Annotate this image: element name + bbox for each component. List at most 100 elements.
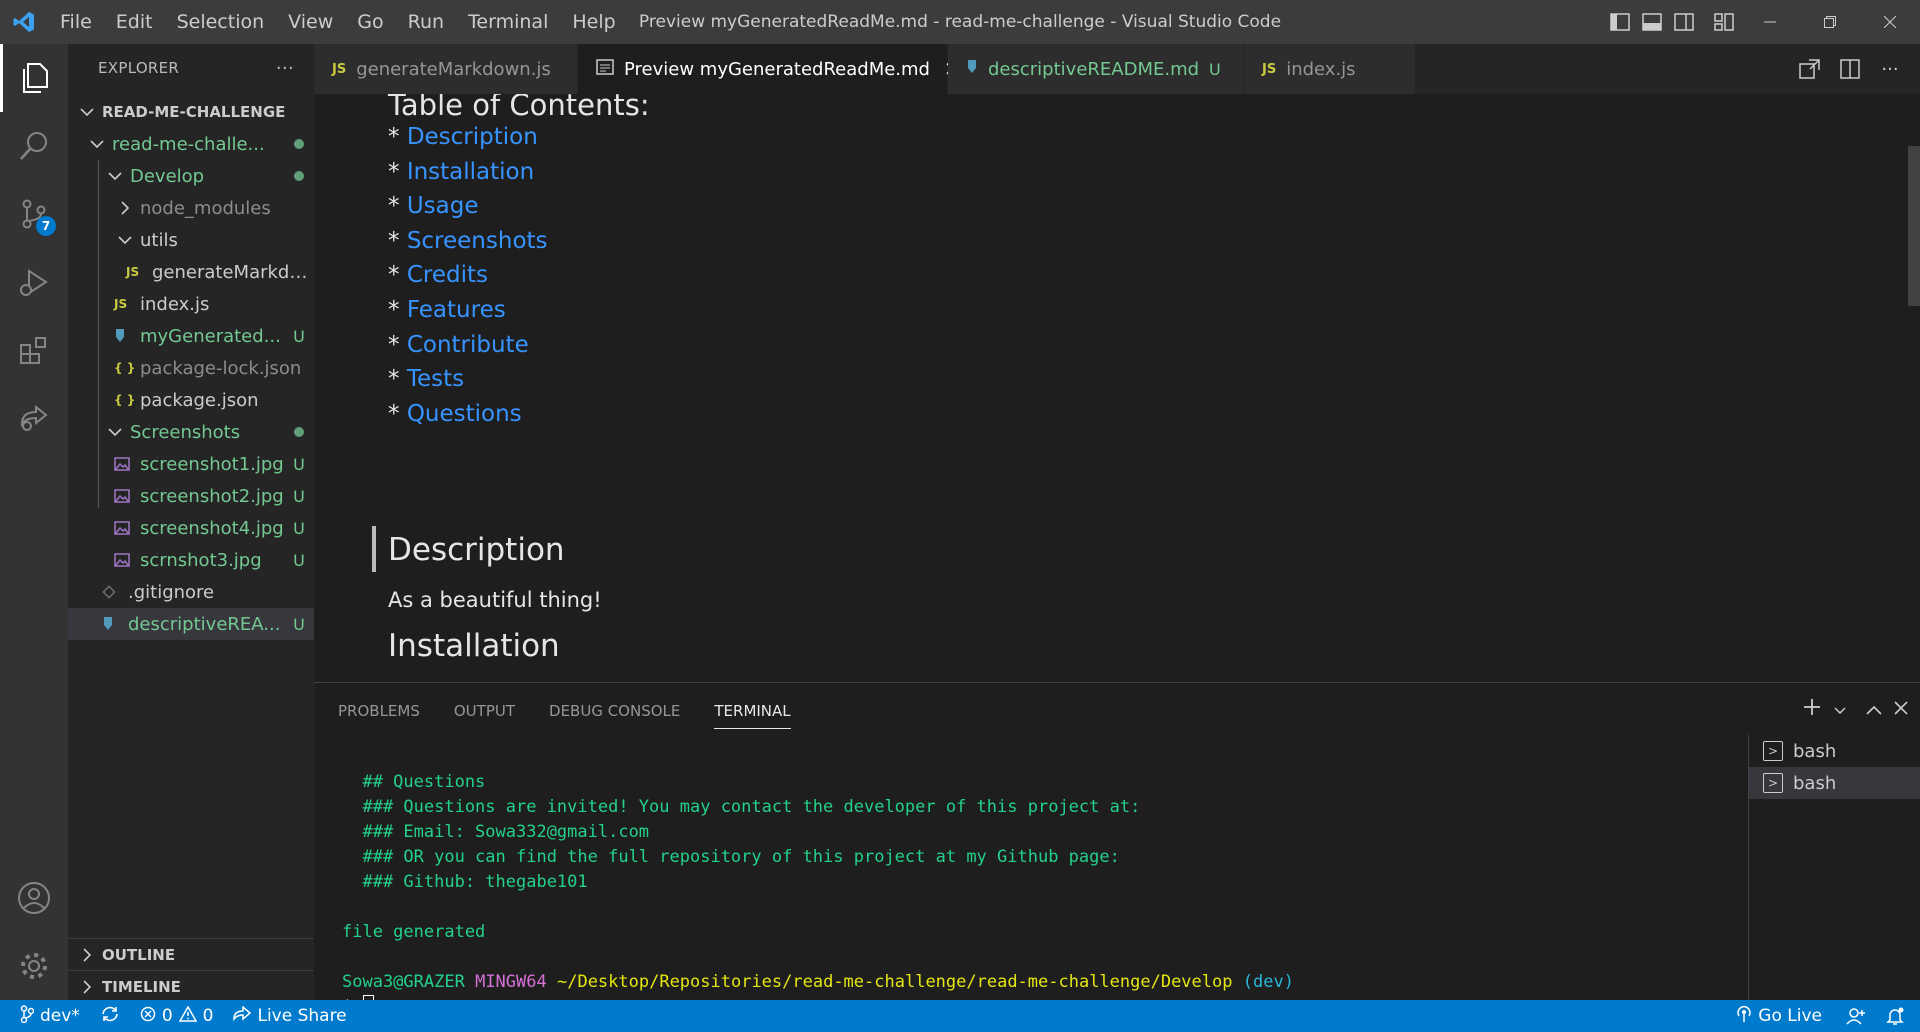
chevron-down-icon (106, 171, 124, 181)
tree-file-descriptivereadme[interactable]: descriptiveREA... U (68, 608, 314, 640)
tree-file-mygeneratedreadme[interactable]: myGenerated... U (68, 320, 314, 352)
run-debug-icon[interactable] (0, 248, 68, 316)
source-control-icon[interactable]: 7 (0, 180, 68, 248)
terminal-instances: > bash > bash (1748, 735, 1920, 1001)
branch-status[interactable]: dev* (0, 1000, 90, 1032)
toc-link-screenshots[interactable]: Screenshots (407, 228, 548, 254)
search-icon[interactable] (0, 112, 68, 180)
close-panel-icon[interactable] (1894, 700, 1908, 719)
maximize-panel-icon[interactable] (1866, 700, 1882, 719)
menu-go[interactable]: Go (345, 0, 395, 44)
tab-terminal[interactable]: TERMINAL (714, 693, 791, 729)
toc-link-features[interactable]: Features (407, 297, 506, 323)
toc-link-questions[interactable]: Questions (407, 401, 522, 427)
extensions-icon[interactable] (0, 316, 68, 384)
js-file-icon: JS (126, 265, 140, 279)
live-share-status[interactable]: Live Share (223, 1000, 356, 1032)
minimize-icon[interactable] (1740, 0, 1800, 44)
manage-gear-icon[interactable] (0, 932, 68, 1000)
accounts-status-icon[interactable] (1832, 1000, 1880, 1032)
live-share-icon[interactable] (0, 384, 68, 452)
toc-link-description[interactable]: Description (407, 124, 538, 150)
installation-heading: Installation (388, 628, 560, 664)
tab-generatemarkdown[interactable]: JS generateMarkdown.js (314, 44, 578, 94)
explorer-icon[interactable] (0, 44, 68, 112)
tree-folder-develop[interactable]: Develop (68, 160, 314, 192)
tree-file-screenshot4[interactable]: screenshot4.jpg U (68, 512, 314, 544)
split-editor-icon[interactable] (1834, 59, 1866, 79)
more-actions-icon[interactable]: ··· (1874, 59, 1906, 80)
open-source-icon[interactable] (1794, 59, 1826, 79)
tab-output[interactable]: OUTPUT (454, 683, 515, 739)
live-share-icon (233, 1004, 252, 1027)
tab-index-js[interactable]: JS index.js (1244, 44, 1416, 94)
notifications-bell-icon[interactable] (1880, 1000, 1920, 1032)
toc-link-tests[interactable]: Tests (407, 366, 464, 392)
tree-folder-node-modules[interactable]: node_modules (68, 192, 314, 224)
tree-file-screenshot1[interactable]: screenshot1.jpg U (68, 448, 314, 480)
tree-file-gitignore[interactable]: .gitignore (68, 576, 314, 608)
terminal-line: ### Github: thegabe101 (342, 872, 588, 892)
menu-view[interactable]: View (276, 0, 345, 44)
tree-file-package-json[interactable]: { } package.json (68, 384, 314, 416)
terminal-line: ### OR you can find the full repository … (342, 847, 1120, 867)
customize-layout-icon[interactable] (1708, 0, 1740, 44)
tab-preview-readme[interactable]: Preview myGeneratedReadMe.md ✕ (578, 44, 961, 94)
tree-file-screenshot2[interactable]: screenshot2.jpg U (68, 480, 314, 512)
more-actions-icon[interactable]: ··· (276, 58, 294, 79)
markdown-file-icon (114, 328, 136, 344)
menu-terminal[interactable]: Terminal (456, 0, 560, 44)
go-live-button[interactable]: Go Live (1726, 1000, 1832, 1032)
tree-folder-utils[interactable]: utils (68, 224, 314, 256)
terminal-icon: > (1763, 773, 1783, 793)
explorer-sidebar: EXPLORER ··· READ-ME-CHALLENGE read-me-c… (68, 44, 314, 1000)
tree-folder-read-me-challenge[interactable]: read-me-challe... (68, 128, 314, 160)
tree-file-scrnshot3[interactable]: scrnshot3.jpg U (68, 544, 314, 576)
outline-section[interactable]: OUTLINE (68, 938, 314, 970)
sync-status[interactable] (90, 1000, 130, 1032)
chevron-down-icon (78, 107, 96, 117)
chevron-down-icon (88, 139, 106, 149)
terminal-instance-bash[interactable]: > bash (1749, 767, 1920, 799)
tree-file-package-lock[interactable]: { } package-lock.json (68, 352, 314, 384)
tab-debug-console[interactable]: DEBUG CONSOLE (549, 683, 680, 739)
explorer-title: EXPLORER (98, 59, 180, 77)
chevron-down-icon[interactable] (1834, 700, 1846, 719)
tree-folder-screenshots[interactable]: Screenshots (68, 416, 314, 448)
restore-icon[interactable] (1800, 0, 1860, 44)
toggle-secondary-sidebar-icon[interactable] (1668, 0, 1700, 44)
toc-item: * Features (388, 297, 506, 323)
toc-link-contribute[interactable]: Contribute (407, 332, 529, 358)
description-heading: Description (388, 532, 565, 568)
tree-file-generatemarkdown[interactable]: JS generateMarkdo... (68, 256, 314, 288)
problems-status[interactable]: 0 0 (130, 1000, 224, 1032)
new-terminal-icon[interactable] (1802, 697, 1822, 721)
menu-run[interactable]: Run (396, 0, 456, 44)
image-file-icon (114, 521, 136, 535)
toc-item: * Questions (388, 401, 522, 427)
js-file-icon: JS (1262, 61, 1277, 77)
terminal-output[interactable]: ## Questions ### Questions are invited! … (342, 745, 1294, 1032)
editor-scrollbar[interactable] (1908, 146, 1920, 306)
menu-selection[interactable]: Selection (165, 0, 277, 44)
toggle-sidebar-icon[interactable] (1604, 0, 1636, 44)
menu-help[interactable]: Help (560, 0, 627, 44)
menu-file[interactable]: File (48, 0, 104, 44)
toc-link-credits[interactable]: Credits (407, 262, 488, 288)
image-file-icon (114, 457, 136, 471)
accounts-icon[interactable] (0, 864, 68, 932)
tab-problems[interactable]: PROBLEMS (338, 683, 420, 739)
toc-link-usage[interactable]: Usage (407, 193, 479, 219)
terminal-line: ## Questions (342, 772, 486, 792)
timeline-section[interactable]: TIMELINE (68, 970, 314, 1002)
tree-file-index-js[interactable]: JS index.js (68, 288, 314, 320)
tab-descriptivereadme[interactable]: descriptiveREADME.md U (948, 44, 1244, 94)
toc-item: * Installation (388, 159, 535, 185)
terminal-instance-bash[interactable]: > bash (1749, 735, 1920, 767)
workspace-root[interactable]: READ-ME-CHALLENGE (68, 96, 314, 128)
close-window-icon[interactable] (1860, 0, 1920, 44)
toggle-panel-icon[interactable] (1636, 0, 1668, 44)
toc-link-installation[interactable]: Installation (407, 159, 534, 185)
markdown-file-icon (102, 616, 124, 632)
menu-edit[interactable]: Edit (104, 0, 165, 44)
